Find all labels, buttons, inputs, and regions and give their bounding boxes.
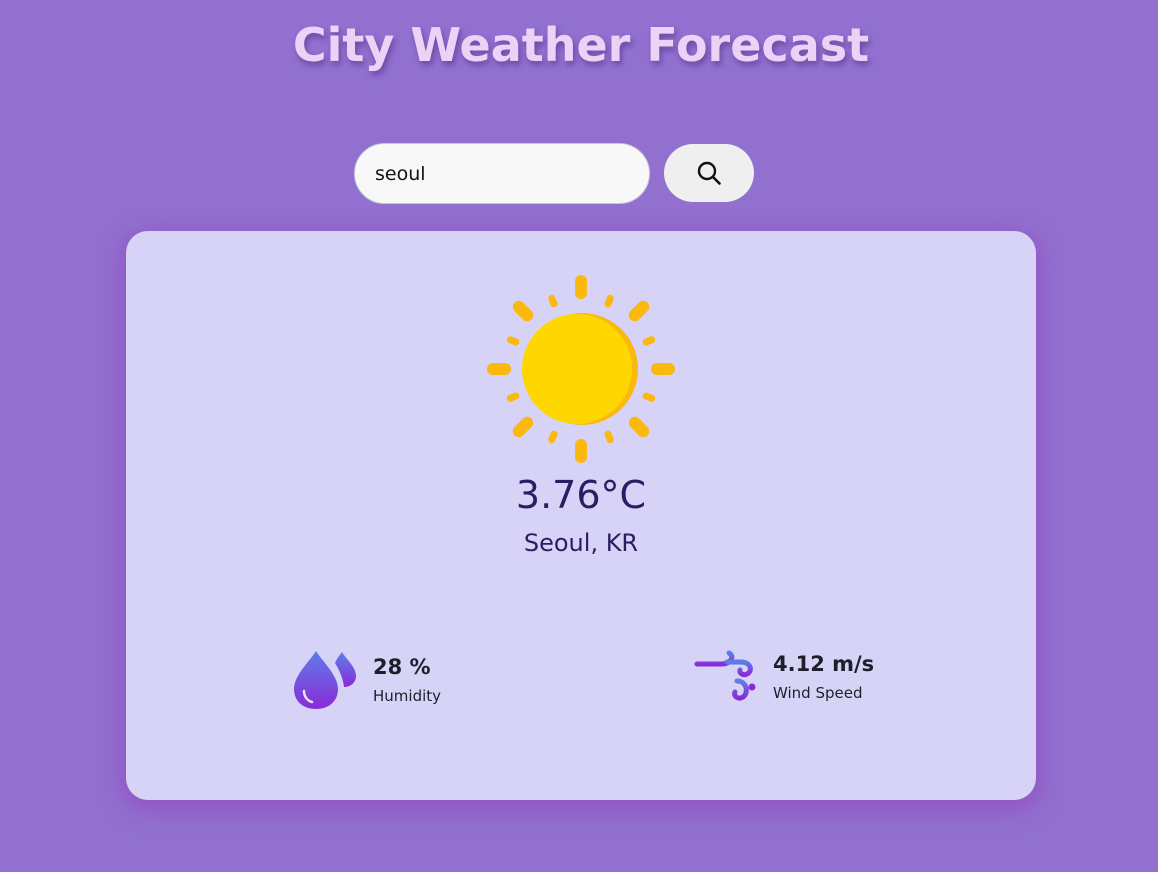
page-title: City Weather Forecast xyxy=(292,18,870,72)
weather-app: City Weather Forecast seoul 3.76°C Seoul… xyxy=(0,0,1158,872)
sun-icon xyxy=(487,275,675,463)
weather-card: 3.76°C Seoul, KR 28 % Humidity 4.12 m/s … xyxy=(126,231,1036,800)
humidity-stat: 28 % Humidity xyxy=(293,649,441,711)
water-drops-icon xyxy=(294,651,356,709)
humidity-value: 28 % xyxy=(373,655,431,680)
humidity-label: Humidity xyxy=(373,686,442,705)
temperature-value: 3.76°C xyxy=(515,473,647,517)
wind-speed-value: 4.12 m/s xyxy=(773,652,875,677)
search-button[interactable] xyxy=(664,144,754,202)
city-search-input[interactable] xyxy=(354,143,650,204)
wind-icon xyxy=(691,650,756,701)
wind-stat: 4.12 m/s Wind Speed xyxy=(691,649,874,705)
city-name: Seoul, KR xyxy=(523,529,639,557)
search-icon xyxy=(697,161,721,185)
wind-speed-label: Wind Speed xyxy=(773,683,863,702)
